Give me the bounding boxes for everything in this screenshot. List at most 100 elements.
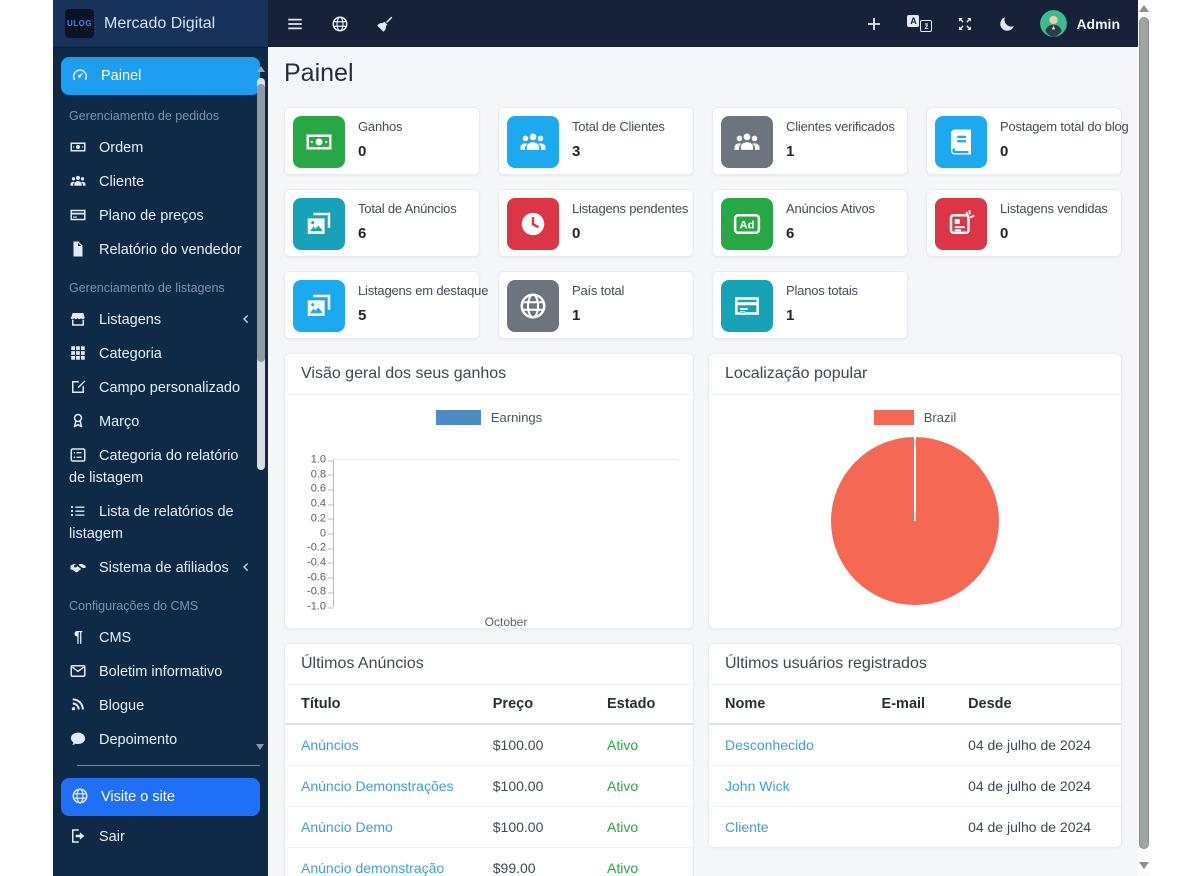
pie-legend[interactable]: Brazil (709, 395, 1121, 425)
sidebar-item-relatorio-vendedor[interactable]: Relatório do vendedor (61, 233, 260, 267)
registered-date: 04 de julho de 2024 (952, 766, 1121, 807)
main-content: Painel Ganhos0 Total de Clientes3 Client… (268, 47, 1138, 876)
column-email: E-mail (866, 685, 953, 724)
location-chart-title: Localização popular (709, 354, 1121, 395)
x-axis-label: October (334, 615, 678, 629)
sidebar-item-lista-relatorios[interactable]: Lista de relatórios de listagem (61, 495, 260, 551)
globe-icon (507, 280, 559, 332)
fullscreen-icon[interactable] (956, 15, 974, 33)
ad-icon (721, 198, 773, 250)
sidebar-item-categoria-relatorio[interactable]: Categoria do relatório de listagem (61, 439, 260, 495)
sidebar-item-visite-o-site[interactable]: Visite o site (61, 778, 260, 816)
user-menu[interactable]: Admin (1040, 10, 1120, 37)
user-link[interactable]: Cliente (725, 819, 769, 835)
tables-row: Últimos Anúncios Título Preço Estado Anú… (284, 643, 1122, 876)
sidebar-scroll-up-arrow[interactable] (257, 66, 265, 72)
stat-card-listagens-destaque: Listagens em destaque5 (284, 271, 480, 339)
sidebar-item-cms[interactable]: ¶CMS (61, 621, 260, 655)
dark-mode-moon-icon[interactable] (998, 15, 1016, 33)
stat-cards-grid: Ganhos0 Total de Clientes3 Clientes veri… (284, 107, 1122, 339)
listing-link[interactable]: Anúncios (301, 737, 359, 753)
language-icon[interactable]: A ž (907, 15, 932, 32)
sidebar-section-listings: Gerenciamento de listagens (69, 281, 252, 299)
brand[interactable]: ULOG Mercado Digital (53, 0, 268, 47)
sidebar-item-sistema-afiliados[interactable]: Sistema de afiliados (61, 551, 260, 585)
earnings-chart-panel: Visão geral dos seus ganhos Earnings 1.0… (284, 353, 694, 629)
award-icon (69, 412, 88, 430)
sidebar-item-cliente[interactable]: Cliente (61, 165, 260, 199)
navbar-right-group: A ž Admin (865, 10, 1120, 37)
page-scrollbar-thumb[interactable] (1139, 17, 1149, 849)
sidebar-item-ordem[interactable]: Ordem (61, 131, 260, 165)
sidebar-item-campo-personalizado[interactable]: Campo personalizado (61, 371, 260, 405)
listing-link[interactable]: Anúncio Demonstrações (301, 778, 454, 794)
stat-card-listagens-pendentes: Listagens pendentes0 (498, 189, 694, 257)
table-header-row: Título Preço Estado (285, 685, 693, 724)
sidebar: ULOG Mercado Digital Painel Gerenciament… (53, 0, 268, 876)
sidebar-item-depoimento[interactable]: Depoimento (61, 723, 260, 757)
registered-date: 04 de julho de 2024 (952, 724, 1121, 766)
table-row: Desconhecido 04 de julho de 2024 (709, 724, 1121, 766)
blog-icon (69, 696, 88, 714)
latest-users-title: Últimos usuários registrados (709, 644, 1121, 685)
table-row: Anúncio demonstração $99.00 Ativo (285, 848, 693, 876)
page-scroll-down-arrow[interactable] (1139, 862, 1149, 869)
location-chart-panel: Localização popular Brazil (708, 353, 1122, 629)
app-logo: ULOG (65, 9, 94, 38)
y-tick: -1.0 (288, 602, 326, 613)
stat-card-pais-total: País total1 (498, 271, 694, 339)
store-icon (69, 310, 88, 328)
images-icon (293, 280, 345, 332)
brand-name: Mercado Digital (104, 15, 215, 33)
sidebar-item-painel[interactable]: Painel (61, 57, 260, 95)
earnings-legend[interactable]: Earnings (285, 395, 693, 425)
sidebar-item-boletim[interactable]: Boletim informativo (61, 655, 260, 689)
sidebar-section-cms: Configurações do CMS (69, 599, 252, 617)
images-icon (293, 198, 345, 250)
column-estado: Estado (591, 685, 693, 724)
broom-icon[interactable] (376, 15, 394, 33)
earnings-chart-title: Visão geral dos seus ganhos (285, 354, 693, 395)
sidebar-scrollbar-thumb[interactable] (257, 84, 265, 362)
users-icon (69, 172, 88, 190)
sidebar-item-plano-de-precos[interactable]: Plano de preços (61, 199, 260, 233)
listing-link[interactable]: Anúncio Demo (301, 819, 393, 835)
globe-icon (71, 787, 90, 805)
page-scroll-up-arrow[interactable] (1139, 5, 1149, 12)
sidebar-item-listagens[interactable]: Listagens (61, 303, 260, 337)
location-pie-chart: Brazil (709, 395, 1121, 628)
stat-card-postagem-blog: Postagem total do blog0 (926, 107, 1122, 175)
latest-users-panel: Últimos usuários registrados Nome E-mail… (708, 643, 1122, 848)
y-tick: -0.8 (288, 587, 326, 598)
sidebar-item-blogue[interactable]: Blogue (61, 689, 260, 723)
plus-icon[interactable] (865, 15, 883, 33)
menu-toggle-icon[interactable] (286, 15, 304, 33)
top-navbar: A ž Admin (268, 0, 1138, 47)
user-link[interactable]: John Wick (725, 778, 790, 794)
file-icon (69, 240, 88, 258)
stat-card-anuncios-ativos: Anúncios Ativos6 (712, 189, 908, 257)
y-tick: 0 (288, 528, 326, 539)
globe-icon[interactable] (331, 15, 349, 33)
status-badge: Ativo (607, 737, 638, 753)
brazil-legend-swatch (874, 410, 914, 425)
latest-listings-table: Título Preço Estado Anúncios $100.00 Ati… (285, 685, 693, 876)
sidebar-item-marco[interactable]: Março (61, 405, 260, 439)
listing-link[interactable]: Anúncio demonstração (301, 860, 444, 876)
sidebar-scroll-down-arrow[interactable] (256, 744, 264, 750)
status-badge: Ativo (607, 778, 638, 794)
chevron-left-icon (239, 312, 252, 326)
users-icon (721, 116, 773, 168)
table-header-row: Nome E-mail Desde (709, 685, 1121, 724)
list-icon (69, 502, 88, 520)
user-link[interactable]: Desconhecido (725, 737, 814, 753)
navbar-left-group (286, 15, 394, 33)
table-row: Anúncio Demonstrações $100.00 Ativo (285, 766, 693, 807)
sidebar-item-categoria[interactable]: Categoria (61, 337, 260, 371)
status-badge: Ativo (607, 860, 638, 876)
sign-out-icon (69, 827, 88, 845)
comment-icon (69, 730, 88, 748)
stat-card-planos-totais: Planos totais1 (712, 271, 908, 339)
stat-card-clientes-verificados: Clientes verificados1 (712, 107, 908, 175)
sidebar-item-sair[interactable]: Sair (61, 820, 260, 854)
